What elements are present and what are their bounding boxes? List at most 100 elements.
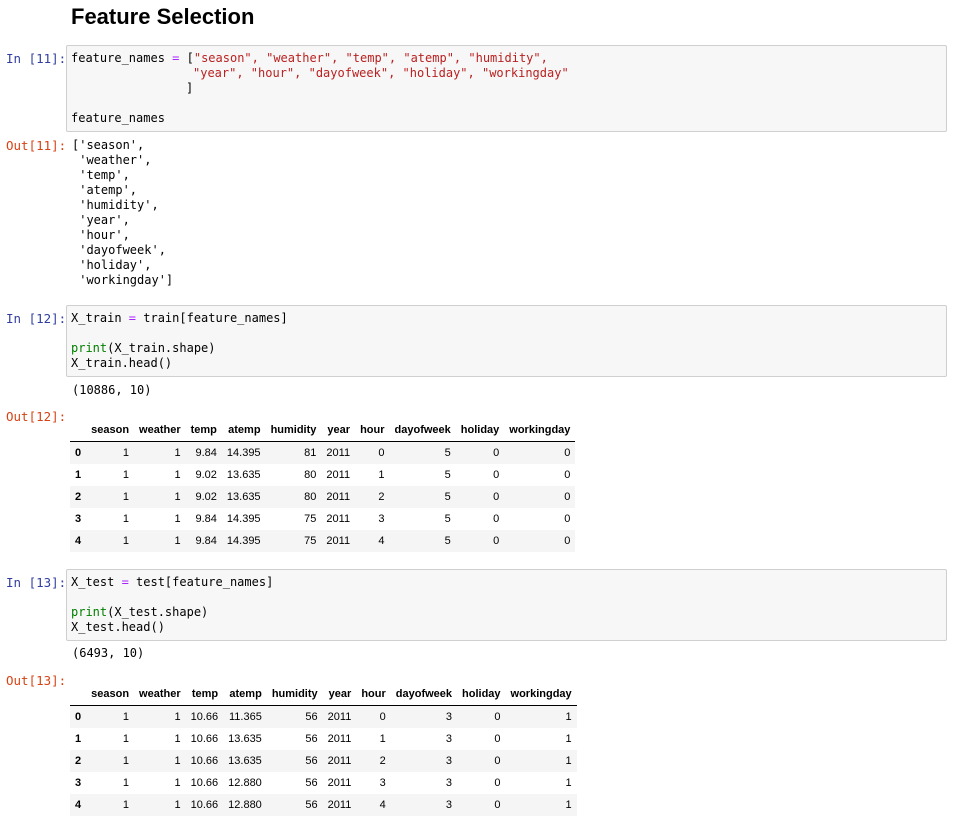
- table-row: 1 1 1 10.66 13.635 56 2011 1 3 0 1: [70, 728, 577, 750]
- table-cell: 75: [304, 513, 317, 525]
- table-cell: 9.84: [195, 513, 217, 525]
- code-token: X_train: [71, 311, 129, 325]
- table-cell: 1: [174, 469, 181, 481]
- table-cell: 13.635: [226, 469, 261, 481]
- string-tokens: "year", "hour", "dayofweek", "holiday", …: [193, 66, 569, 80]
- table-cell: 10.66: [190, 799, 219, 811]
- operator-token: =: [128, 311, 137, 325]
- table-cell: 0: [494, 799, 501, 811]
- table-cell: 1: [565, 799, 572, 811]
- column-header: year: [321, 419, 356, 442]
- table-cell: 2011: [327, 755, 352, 767]
- table-cell: 12.880: [228, 799, 262, 811]
- code-editor-11[interactable]: feature_names = ["season", "weather", "t…: [71, 51, 942, 126]
- output-line: 'year',: [72, 213, 130, 227]
- table-cell: 81: [304, 447, 317, 459]
- column-header: hour: [355, 419, 390, 442]
- table-cell: 1: [565, 777, 572, 789]
- builtin-token: print: [71, 605, 108, 619]
- table-cell: 14.395: [226, 513, 261, 525]
- table-row: 1 1 1 9.02 13.635 80 2011 1 5 0 0: [70, 464, 575, 486]
- table-cell: 1: [174, 513, 181, 525]
- table-cell: 10.66: [190, 733, 219, 745]
- table-cell: 13.635: [226, 491, 261, 503]
- table-cell: 56: [305, 733, 318, 745]
- table-cell: 2011: [326, 535, 351, 547]
- table-cell: 9.84: [195, 447, 217, 459]
- table-cell: 80: [304, 469, 317, 481]
- table-cell: 3: [445, 799, 453, 811]
- out-prompt-13: Out[13]:: [6, 673, 67, 688]
- table-cell: 0: [378, 447, 385, 459]
- code-token: ]: [186, 81, 194, 95]
- row-index: 4: [75, 799, 82, 811]
- table-cell: 2011: [326, 447, 351, 459]
- out-prompt-11: Out[11]:: [6, 138, 67, 153]
- table-cell: 56: [305, 711, 318, 723]
- output-line: 'holiday',: [72, 258, 152, 272]
- code-cell-11[interactable]: feature_names = ["season", "weather", "t…: [66, 45, 947, 132]
- row-index: 2: [75, 755, 82, 767]
- table-cell: 56: [305, 777, 318, 789]
- table-cell: 4: [379, 799, 386, 811]
- table-cell: 56: [305, 755, 318, 767]
- table-cell: 2: [378, 491, 385, 503]
- table-cell: 1: [122, 491, 130, 503]
- column-header: year: [322, 683, 357, 706]
- column-header: season: [86, 683, 135, 706]
- output-line: 'atemp',: [72, 183, 138, 197]
- stdout-13: (6493, 10): [72, 646, 145, 660]
- column-header: atemp: [221, 419, 266, 442]
- code-cell-12[interactable]: X_train = train[feature_names] print(X_t…: [66, 305, 947, 377]
- table-cell: 10.66: [190, 711, 219, 723]
- table-cell: 1: [122, 535, 130, 547]
- table-cell: 1: [174, 777, 181, 789]
- output-line: 'workingday']: [72, 273, 174, 287]
- table-cell: 0: [493, 469, 500, 481]
- out-prompt-12: Out[12]:: [6, 409, 67, 424]
- table-row: 2 1 1 9.02 13.635 80 2011 2 5 0 0: [70, 486, 576, 508]
- table-cell: 11.365: [228, 711, 262, 723]
- table-cell: 3: [378, 513, 385, 525]
- code-editor-12[interactable]: X_train = train[feature_names] print(X_t…: [71, 311, 942, 371]
- table-cell: 2011: [326, 491, 351, 503]
- table-cell: 1: [122, 755, 130, 767]
- table-cell: 5: [444, 491, 451, 503]
- table-cell: 0: [493, 491, 500, 503]
- output-line: 'humidity',: [72, 198, 159, 212]
- dataframe-13: season weather temp atemp humidity year hour da…: [70, 683, 577, 816]
- table-cell: 1: [378, 469, 385, 481]
- table-cell: 9.02: [195, 491, 217, 503]
- code-editor-13[interactable]: X_test = test[feature_names] print(X_tes…: [71, 575, 942, 635]
- output-line: ['season',: [72, 138, 145, 152]
- table-cell: 0: [564, 513, 571, 525]
- table-cell: 1: [122, 711, 130, 723]
- dataframe-table: season weather temp atemp humidity year hour da…: [70, 683, 577, 816]
- table-cell: 1: [565, 733, 572, 745]
- code-token: [: [179, 51, 194, 65]
- table-cell: 5: [444, 469, 451, 481]
- table-cell: 0: [494, 711, 501, 723]
- table-cell: 0: [564, 491, 571, 503]
- table-cell: 1: [379, 733, 386, 745]
- in-prompt-11: In [11]:: [6, 51, 67, 66]
- dataframe-12: season weather temp atemp humidity year hour da…: [70, 419, 576, 552]
- table-row: 3 1 1 9.84 14.395 75 2011 3 5 0 0: [70, 508, 575, 530]
- builtin-token: print: [71, 341, 108, 355]
- table-cell: 0: [493, 513, 500, 525]
- table-cell: 80: [304, 491, 317, 503]
- output-list-11: ['season', 'weather', 'temp', 'atemp', '…: [72, 138, 173, 288]
- stdout-12: (10886, 10): [72, 383, 152, 397]
- table-cell: 2011: [327, 733, 352, 745]
- table-cell: 1: [174, 799, 181, 811]
- table-cell: 1: [174, 733, 181, 745]
- code-cell-13[interactable]: X_test = test[feature_names] print(X_tes…: [66, 569, 947, 641]
- column-header: dayofweek: [389, 419, 456, 442]
- column-header: workingday: [504, 419, 576, 442]
- code-token: (X_train.shape): [107, 341, 216, 355]
- table-cell: 0: [493, 535, 500, 547]
- column-header: humidity: [265, 419, 322, 442]
- row-index: 1: [75, 469, 82, 481]
- table-cell: 1: [174, 711, 181, 723]
- table-row: 3 1 1 10.66 12.880 56 2011 3 3 0 1: [70, 772, 577, 794]
